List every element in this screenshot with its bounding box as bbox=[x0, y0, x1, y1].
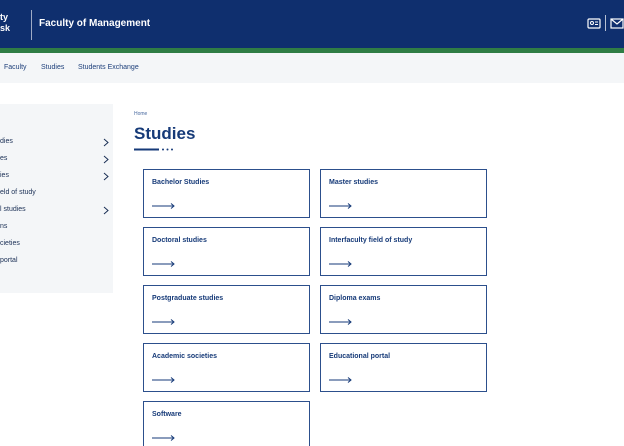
card-bachelor-studies[interactable]: Bachelor Studies bbox=[143, 169, 310, 218]
arrow-right-icon bbox=[152, 377, 175, 383]
top-header-bar: ty sk Faculty of Management bbox=[0, 0, 624, 48]
sidebar-item-label: dies bbox=[0, 138, 13, 145]
card-software[interactable]: Software bbox=[143, 401, 310, 446]
arrow-right-icon bbox=[329, 377, 352, 383]
card-title: Diploma exams bbox=[329, 295, 381, 302]
sidebar-item-master-studies[interactable]: es bbox=[0, 153, 113, 167]
sidebar-item-bachelor-studies[interactable]: dies bbox=[0, 136, 113, 150]
sidebar-item-label: ies bbox=[0, 172, 9, 179]
card-doctoral-studies[interactable]: Doctoral studies bbox=[143, 227, 310, 276]
card-title: Academic societies bbox=[152, 353, 217, 360]
sidebar-item-label: portal bbox=[0, 257, 18, 264]
id-card-icon[interactable] bbox=[587, 17, 601, 29]
subnav-item-studies[interactable]: Studies bbox=[41, 64, 64, 71]
card-title: Bachelor Studies bbox=[152, 179, 210, 186]
sidebar-item-label: es bbox=[0, 155, 8, 162]
sidebar-item-academic-societies[interactable]: cieties bbox=[0, 238, 113, 252]
card-title: Master studies bbox=[329, 179, 379, 186]
logo-line-1: ty bbox=[0, 12, 9, 22]
card-title: Educational portal bbox=[329, 353, 391, 360]
sidebar-item-interfaculty-field[interactable]: eld of study bbox=[0, 187, 113, 201]
faculty-name[interactable]: Faculty of Management bbox=[39, 18, 150, 29]
page-title: Studies bbox=[134, 124, 196, 143]
card-title: Postgraduate studies bbox=[152, 295, 224, 302]
card-postgraduate-studies[interactable]: Postgraduate studies bbox=[143, 285, 310, 334]
sidebar-menu: dies es ies eld of study l studies ns ci… bbox=[0, 104, 113, 293]
chevron-right-icon bbox=[103, 138, 109, 147]
secondary-nav: Faculty Studies Students Exchange bbox=[0, 53, 624, 83]
sidebar-item-postgraduate-studies[interactable]: l studies bbox=[0, 204, 113, 218]
sidebar-item-label: l studies bbox=[0, 206, 26, 213]
arrow-right-icon bbox=[152, 203, 175, 209]
logo-line-2: sk bbox=[0, 23, 11, 33]
subnav-item-faculty[interactable]: Faculty bbox=[4, 64, 27, 71]
mail-icon[interactable] bbox=[610, 17, 624, 29]
sidebar-item-educational-portal[interactable]: portal bbox=[0, 255, 113, 269]
arrow-right-icon bbox=[152, 435, 175, 441]
chevron-right-icon bbox=[103, 206, 109, 215]
breadcrumb[interactable]: Home bbox=[134, 111, 147, 117]
card-academic-societies[interactable]: Academic societies bbox=[143, 343, 310, 392]
title-underline-decoration bbox=[134, 148, 173, 151]
subnav-item-students-exchange[interactable]: Students Exchange bbox=[78, 64, 139, 71]
arrow-right-icon bbox=[329, 319, 352, 325]
card-title: Interfaculty field of study bbox=[329, 237, 413, 244]
sidebar-item-label: eld of study bbox=[0, 189, 36, 196]
card-title: Software bbox=[152, 411, 182, 418]
card-interfaculty-field-of-study[interactable]: Interfaculty field of study bbox=[320, 227, 487, 276]
logo-divider bbox=[31, 10, 32, 40]
chevron-right-icon bbox=[103, 172, 109, 181]
arrow-right-icon bbox=[152, 261, 175, 267]
sidebar-item-doctoral-studies[interactable]: ies bbox=[0, 170, 113, 184]
arrow-right-icon bbox=[329, 261, 352, 267]
sidebar-item-diploma-exams[interactable]: ns bbox=[0, 221, 113, 235]
arrow-right-icon bbox=[329, 203, 352, 209]
card-educational-portal[interactable]: Educational portal bbox=[320, 343, 487, 392]
sidebar-item-label: cieties bbox=[0, 240, 20, 247]
card-diploma-exams[interactable]: Diploma exams bbox=[320, 285, 487, 334]
card-title: Doctoral studies bbox=[152, 237, 207, 244]
header-icon-divider bbox=[605, 15, 606, 31]
card-master-studies[interactable]: Master studies bbox=[320, 169, 487, 218]
arrow-right-icon bbox=[152, 319, 175, 325]
sidebar-item-label: ns bbox=[0, 223, 8, 230]
university-logo[interactable]: ty sk bbox=[0, 12, 10, 34]
chevron-right-icon bbox=[103, 155, 109, 164]
